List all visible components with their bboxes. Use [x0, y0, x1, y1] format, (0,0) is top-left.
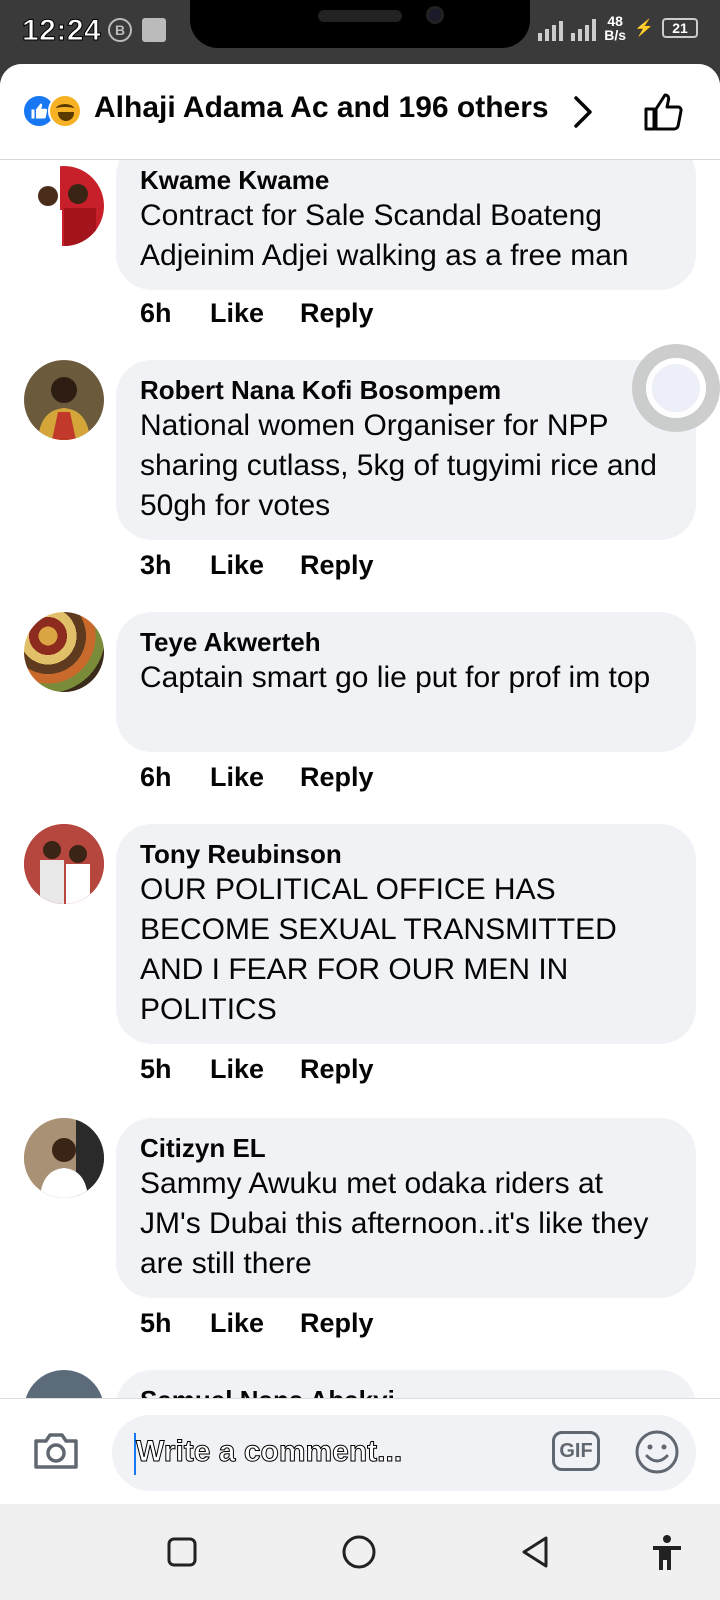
- comment-text: Sammy Awuku met odaka riders at JM's Dub…: [140, 1167, 649, 1280]
- comment-time: 3h: [140, 550, 172, 580]
- comment-text: Captain smart go lie put for prof im top: [140, 661, 651, 694]
- avatar[interactable]: [24, 1118, 104, 1198]
- reply-link[interactable]: Reply: [300, 762, 374, 793]
- status-bar: 12:24 B 48 B/s ⚡ 21: [0, 0, 720, 64]
- comment-actions: 6h Like Reply: [140, 762, 374, 793]
- home-icon[interactable]: [341, 1534, 377, 1570]
- status-notification-icons: B: [108, 18, 166, 42]
- network-speed-value: 48: [607, 13, 623, 29]
- reaction-icons: [22, 94, 86, 130]
- avatar[interactable]: [24, 612, 104, 692]
- front-camera-icon: [426, 6, 444, 24]
- back-icon[interactable]: [518, 1534, 552, 1570]
- comment-actions: 5h Like Reply: [140, 1308, 374, 1339]
- reply-link[interactable]: Reply: [300, 1054, 374, 1085]
- recent-apps-icon[interactable]: [166, 1536, 198, 1568]
- comment-composer: Write a comment... GIF: [0, 1398, 720, 1504]
- comment-author[interactable]: Kwame Kwame: [140, 164, 672, 196]
- comment-text: OUR POLITICAL OFFICE HAS BECOME SEXUAL T…: [140, 873, 617, 1026]
- network-speed-unit: B/s: [604, 27, 627, 43]
- system-navigation-bar: [0, 1504, 720, 1600]
- chevron-right-icon[interactable]: [572, 94, 594, 130]
- like-link[interactable]: Like: [210, 1054, 300, 1085]
- comment-bubble[interactable]: Teye Akwerteh Captain smart go lie put f…: [116, 612, 696, 752]
- comments-sheet: Alhaji Adama Ac and 196 others Kwame Kwa…: [0, 64, 720, 1502]
- gif-button[interactable]: GIF: [552, 1431, 600, 1471]
- comment-bubble[interactable]: Robert Nana Kofi Bosompem National women…: [116, 360, 696, 540]
- charging-icon: ⚡: [634, 20, 654, 37]
- comment-bubble[interactable]: Kwame Kwame Contract for Sale Scandal Bo…: [116, 140, 696, 290]
- comment-bubble[interactable]: Tony Reubinson OUR POLITICAL OFFICE HAS …: [116, 824, 696, 1044]
- status-time: 12:24: [21, 14, 102, 48]
- like-link[interactable]: Like: [210, 298, 300, 329]
- avatar[interactable]: [24, 360, 104, 440]
- like-link[interactable]: Like: [210, 550, 300, 581]
- camera-notch: [190, 0, 530, 48]
- like-link[interactable]: Like: [210, 762, 300, 793]
- reply-link[interactable]: Reply: [300, 550, 374, 581]
- like-link[interactable]: Like: [210, 1308, 300, 1339]
- reactions-header[interactable]: Alhaji Adama Ac and 196 others: [0, 64, 720, 160]
- comment-text: National women Organiser for NPP sharing…: [140, 409, 657, 522]
- comment-actions: 5h Like Reply: [140, 1054, 374, 1085]
- comment-input-placeholder: Write a comment...: [135, 1435, 403, 1469]
- comment-actions: 6h Like Reply: [140, 298, 374, 329]
- network-speed: 48 B/s: [604, 14, 626, 42]
- comment-bubble[interactable]: Citizyn EL Sammy Awuku met odaka riders …: [116, 1118, 696, 1298]
- comment-author[interactable]: Tony Reubinson: [140, 838, 672, 870]
- reply-link[interactable]: Reply: [300, 1308, 374, 1339]
- floating-chat-head[interactable]: [632, 344, 720, 432]
- comment-author[interactable]: Robert Nana Kofi Bosompem: [140, 374, 672, 406]
- accessibility-icon[interactable]: [650, 1534, 684, 1572]
- avatar[interactable]: [24, 166, 104, 246]
- haha-reaction-icon: [48, 94, 82, 128]
- camera-icon[interactable]: [30, 1425, 82, 1477]
- signal-3g-icon: [571, 15, 597, 41]
- like-button-icon[interactable]: [642, 90, 686, 134]
- avatar[interactable]: [24, 824, 104, 904]
- comment-author[interactable]: Teye Akwerteh: [140, 626, 672, 658]
- comment-author[interactable]: Citizyn EL: [140, 1132, 672, 1164]
- comment-time: 6h: [140, 298, 172, 328]
- chat-head-icon: [646, 358, 706, 418]
- status-right-icons: 48 B/s ⚡ 21: [538, 14, 698, 42]
- comment-time: 5h: [140, 1308, 172, 1338]
- bitcoin-notification-icon: B: [108, 18, 132, 42]
- reactions-summary[interactable]: Alhaji Adama Ac and 196 others: [94, 91, 549, 125]
- comment-time: 5h: [140, 1054, 172, 1084]
- battery-icon: 21: [662, 18, 698, 38]
- signal-icon: [538, 15, 564, 41]
- image-notification-icon: [142, 18, 166, 42]
- comment-text: Contract for Sale Scandal Boateng Adjein…: [140, 199, 629, 272]
- emoji-icon[interactable]: [634, 1429, 680, 1475]
- comment-time: 6h: [140, 762, 172, 792]
- comment-actions: 3h Like Reply: [140, 550, 374, 581]
- reply-link[interactable]: Reply: [300, 298, 374, 329]
